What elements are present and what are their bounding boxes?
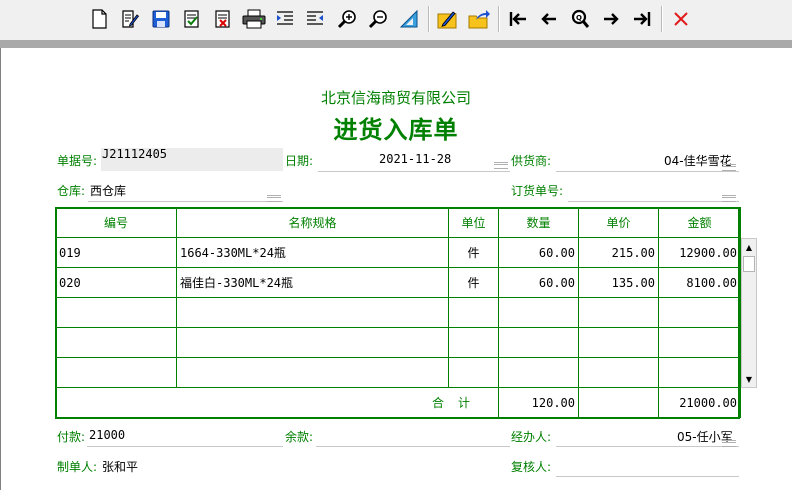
edit-icon <box>122 10 140 28</box>
balance-underline <box>316 446 510 447</box>
order-no-dropdown-grip[interactable] <box>722 195 736 202</box>
scroll-thumb[interactable] <box>743 256 755 272</box>
indent-button[interactable] <box>272 6 298 32</box>
paid-underline <box>87 446 283 447</box>
save-icon <box>152 10 170 28</box>
doc-no-label: 单据号: <box>57 154 98 168</box>
next-record-button[interactable] <box>598 6 624 32</box>
find-button[interactable]: Q <box>567 6 593 32</box>
pen-icon <box>437 11 457 29</box>
first-record-icon <box>509 12 526 26</box>
paid-field[interactable]: 21000 <box>89 428 125 442</box>
prev-record-button[interactable] <box>536 6 562 32</box>
warehouse-label: 仓库: <box>57 184 86 198</box>
table-vertical-scrollbar[interactable]: ▲ ▼ <box>741 238 757 388</box>
print-button[interactable] <box>241 6 267 32</box>
maker-field[interactable]: 张和平 <box>102 458 138 475</box>
setsquare-button[interactable] <box>396 6 422 32</box>
close-button[interactable] <box>668 6 694 32</box>
prev-record-icon <box>541 13 556 25</box>
handler-label: 经办人: <box>511 430 552 444</box>
last-record-icon <box>634 12 651 26</box>
last-record-button[interactable] <box>629 6 655 32</box>
handler-underline <box>556 446 739 447</box>
scroll-up-arrow-icon: ▲ <box>745 242 753 252</box>
toolbar-separator <box>498 6 500 32</box>
edit-button[interactable] <box>117 6 143 32</box>
handler-dropdown-grip[interactable] <box>722 440 736 447</box>
svg-text:Q: Q <box>576 14 582 22</box>
new-icon <box>92 9 107 29</box>
zoom-in-button[interactable] <box>334 6 360 32</box>
unapprove-icon <box>215 10 230 28</box>
warehouse-underline <box>88 201 283 202</box>
close-icon <box>674 12 688 26</box>
outdent-icon <box>307 11 323 25</box>
zoom-out-button[interactable] <box>365 6 391 32</box>
export-icon <box>468 10 490 29</box>
pen-button[interactable] <box>435 6 461 32</box>
scroll-down-arrow-icon: ▼ <box>745 374 753 384</box>
order-no-underline <box>568 201 739 202</box>
date-label: 日期: <box>285 154 314 168</box>
date-field[interactable]: 2021-11-28 <box>379 152 451 166</box>
company-name: 北京信海商贸有限公司 <box>320 89 471 107</box>
setsquare-icon <box>399 9 418 28</box>
export-button[interactable] <box>466 6 492 32</box>
find-icon: Q <box>571 9 590 28</box>
items-table-frame <box>55 207 740 419</box>
paid-label: 付款: <box>57 430 86 444</box>
zoom-in-icon <box>337 10 356 29</box>
doc-no-field[interactable]: J21112405 <box>102 147 167 161</box>
print-icon <box>242 9 266 29</box>
toolbar: Q <box>0 0 792 40</box>
supplier-underline <box>556 171 739 172</box>
outdent-button[interactable] <box>302 6 328 32</box>
warehouse-dropdown-grip[interactable] <box>267 195 281 202</box>
scroll-down-button[interactable]: ▼ <box>742 371 756 387</box>
warehouse-field[interactable]: 西仓库 <box>90 182 126 199</box>
supplier-label: 供货商: <box>511 154 552 168</box>
zoom-out-icon <box>368 10 387 29</box>
balance-label: 余款: <box>285 430 314 444</box>
document-title: 进货入库单 <box>333 115 459 144</box>
toolbar-separator <box>661 6 663 32</box>
indent-icon <box>277 11 293 25</box>
date-underline <box>318 171 510 172</box>
toolbar-divider-band <box>0 40 792 48</box>
approve-icon <box>184 10 199 28</box>
approve-button[interactable] <box>179 6 205 32</box>
maker-label: 制单人: <box>57 460 98 474</box>
new-button[interactable] <box>86 6 112 32</box>
first-record-button[interactable] <box>505 6 531 32</box>
reviewer-underline <box>556 476 739 477</box>
scroll-up-button[interactable]: ▲ <box>742 239 756 255</box>
unapprove-button[interactable] <box>210 6 236 32</box>
reviewer-label: 复核人: <box>511 460 552 474</box>
toolbar-separator <box>428 6 430 32</box>
save-button[interactable] <box>148 6 174 32</box>
next-record-icon <box>604 13 619 25</box>
date-dropdown-grip[interactable] <box>494 162 508 169</box>
order-no-label: 订货单号: <box>511 184 564 198</box>
supplier-dropdown-grip[interactable] <box>722 164 736 171</box>
